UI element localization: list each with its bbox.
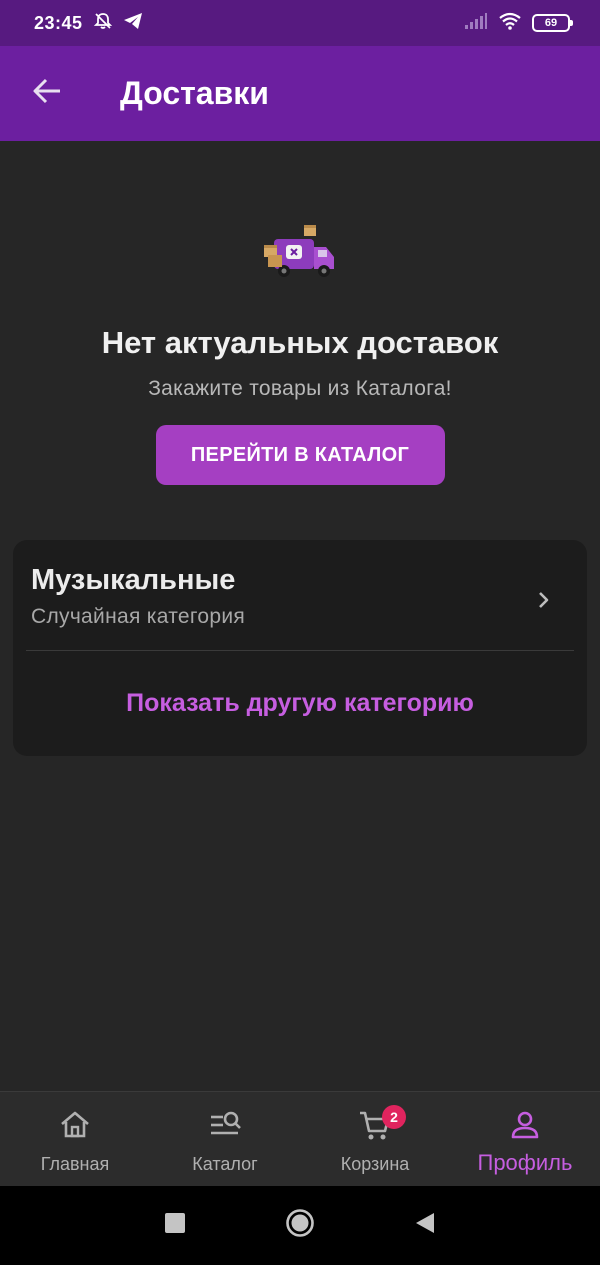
home-system-button[interactable]	[238, 1196, 363, 1256]
nav-item-catalog[interactable]: Каталог	[150, 1092, 300, 1186]
nav-item-profile[interactable]: Профиль	[450, 1092, 600, 1186]
status-left: 23:45	[34, 11, 143, 36]
status-time: 23:45	[34, 12, 83, 33]
app-bar: Доставки	[0, 46, 600, 141]
nav-label-cart: Корзина	[340, 1154, 410, 1174]
random-category-card: Музыкальные Случайная категория Показать…	[13, 540, 587, 756]
telegram-icon	[123, 12, 143, 35]
empty-subtitle: Закажите товары из Каталога!	[148, 377, 452, 400]
go-to-catalog-button[interactable]: ПЕРЕЙТИ В КАТАЛОГ	[155, 425, 445, 485]
category-name: Музыкальные	[31, 564, 236, 596]
signal-icon	[464, 12, 488, 35]
home-icon	[58, 1108, 92, 1142]
cart-count-badge: 2	[382, 1105, 406, 1129]
chevron-right-icon	[534, 588, 554, 612]
delivery-truck-icon	[260, 219, 340, 285]
nav-label-catalog: Каталог	[192, 1154, 258, 1174]
catalog-search-icon	[208, 1108, 242, 1142]
nav-item-home[interactable]: Главная	[0, 1092, 150, 1186]
bell-muted-icon	[93, 11, 113, 36]
nav-label-profile: Профиль	[477, 1150, 573, 1175]
circle-icon	[285, 1208, 315, 1243]
wifi-icon	[498, 12, 522, 35]
empty-deliveries-state: Нет актуальных доставок Закажите товары …	[0, 141, 600, 485]
back-system-button[interactable]	[363, 1196, 488, 1256]
status-bar: 23:45 69	[0, 0, 600, 46]
arrow-left-icon	[32, 78, 62, 109]
triangle-back-icon	[414, 1211, 436, 1240]
page-title: Доставки	[120, 75, 269, 111]
status-right: 69	[464, 12, 573, 35]
category-caption: Случайная категория	[31, 605, 246, 628]
bottom-nav: Главная Каталог 2 Корзина Профиль	[0, 1091, 600, 1186]
battery-icon: 69	[532, 14, 573, 32]
show-other-category-button[interactable]: Показать другую категорию	[13, 651, 587, 755]
category-row[interactable]: Музыкальные Случайная категория	[26, 540, 574, 651]
nav-label-home: Главная	[40, 1154, 110, 1174]
square-icon	[164, 1212, 186, 1239]
nav-item-cart[interactable]: 2 Корзина	[300, 1092, 450, 1186]
recent-apps-button[interactable]	[113, 1196, 238, 1256]
system-nav-bar	[0, 1186, 600, 1265]
back-button[interactable]	[12, 59, 82, 129]
empty-title: Нет актуальных доставок	[101, 325, 499, 360]
profile-icon	[508, 1108, 542, 1142]
